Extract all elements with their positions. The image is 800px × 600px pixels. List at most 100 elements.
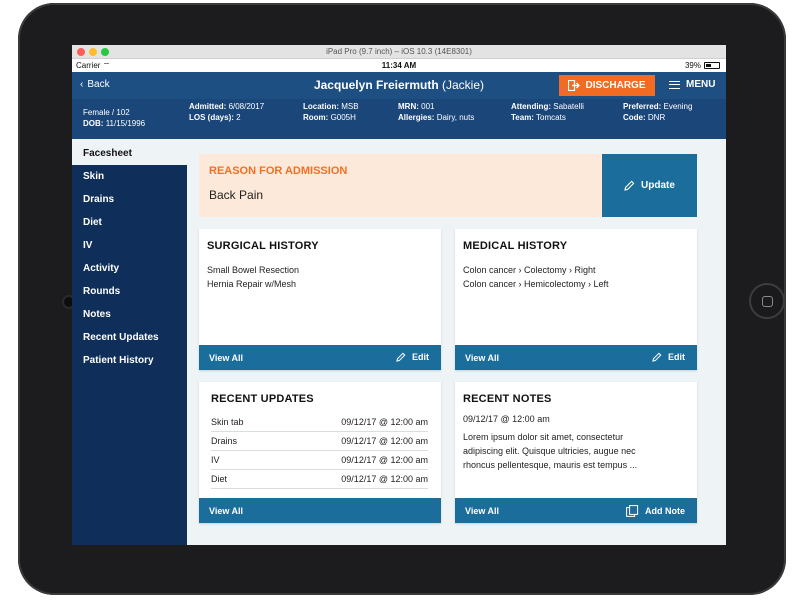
home-button[interactable] [749,283,785,319]
attending-label: Attending: [511,102,551,111]
los-line: LOS (days): 2 [189,112,264,123]
info-col-demographics: Female / 102 DOB: 11/15/1996 [83,107,145,129]
recent-updates-card: RECENT UPDATES Skin tab 09/12/17 @ 12:00… [199,382,441,523]
discharge-button[interactable]: DISCHARGE [559,75,655,96]
battery-fill [706,64,711,67]
updates-view-all-link[interactable]: View All [209,506,243,516]
location-label: Location: [303,102,339,111]
edit-label: Edit [412,352,429,362]
add-note-button[interactable]: Add Note [626,505,685,517]
simulator-title: iPad Pro (9.7 inch) – iOS 10.3 (14E8301) [326,47,472,56]
list-item: Hernia Repair w/Mesh [207,279,297,289]
update-time: 09/12/17 @ 12:00 am [341,417,428,427]
note-date: 09/12/17 @ 12:00 am [463,414,550,424]
medical-history-list: Colon cancer › Colectomy › Right Colon c… [463,263,609,291]
attending-value: Sabatelli [553,102,584,111]
recent-note: 09/12/17 @ 12:00 am Lorem ipsum dolor si… [463,412,637,472]
allergies-value: Dairy, nuts [436,113,475,122]
preferred-label: Preferred: [623,102,662,111]
surgical-history-list: Small Bowel Resection Hernia Repair w/Me… [207,263,299,291]
recent-updates-footer: View All [199,498,441,523]
sidebar-item-rounds[interactable]: Rounds [72,280,187,303]
gender-room: Female / 102 [83,108,130,117]
edit-label: Edit [668,352,685,362]
reason-value: Back Pain [209,188,264,202]
menu-button[interactable]: MENU [669,79,715,90]
allergies-line: Allergies: Dairy, nuts [398,112,474,123]
exit-icon [568,80,581,91]
sidebar-item-diet[interactable]: Diet [72,211,187,234]
window-controls [77,48,109,56]
recent-notes-title: RECENT NOTES [463,393,552,405]
note-line: adipiscing elit. Quisque ultricies, augu… [463,446,636,456]
surgical-history-card: SURGICAL HISTORY Small Bowel Resection H… [199,229,441,370]
location-value: MSB [341,102,359,111]
clock: 11:34 AM [381,61,417,70]
mrn-label: MRN: [398,102,419,111]
menu-label: MENU [686,79,716,90]
surgical-view-all-link[interactable]: View All [209,353,243,363]
add-note-label: Add Note [645,506,685,516]
info-col-mrn: MRN: 001 Allergies: Dairy, nuts [398,101,474,123]
sidebar-item-drains[interactable]: Drains [72,188,187,211]
attending-line: Attending: Sabatelli [511,101,584,112]
team-line: Team: Tomcats [511,112,584,123]
pencil-icon [652,352,662,362]
sidebar-item-iv[interactable]: IV [72,234,187,257]
hamburger-icon [669,80,680,89]
home-square-icon [762,296,773,307]
minimize-dot[interactable] [89,48,97,56]
code-label: Code: [623,113,646,122]
close-dot[interactable] [77,48,85,56]
recent-updates-title: RECENT UPDATES [211,393,314,405]
medical-history-footer: View All Edit [455,345,697,370]
app-screen: iPad Pro (9.7 inch) – iOS 10.3 (14E8301)… [72,45,726,545]
notes-view-all-link[interactable]: View All [465,506,499,516]
patient-info-bar: Female / 102 DOB: 11/15/1996 Admitted: 6… [72,99,726,139]
sidebar-item-recent-updates[interactable]: Recent Updates [72,326,187,349]
admitted-value: 6/08/2017 [228,102,265,111]
recent-notes-card: RECENT NOTES 09/12/17 @ 12:00 am Lorem i… [455,382,697,523]
table-row[interactable]: Drains 09/12/17 @ 12:00 am [211,432,428,451]
sidebar-item-facesheet[interactable]: Facesheet [72,142,187,165]
update-button[interactable]: Update [602,154,697,217]
room-label: Room: [303,113,329,122]
dob-line: DOB: 11/15/1996 [83,118,145,129]
room-line: Room: G005H [303,112,359,123]
medical-edit-button[interactable]: Edit [652,352,685,362]
pencil-icon [396,352,406,362]
battery-icon [704,62,720,69]
update-name: Skin tab [211,417,244,427]
preferred-value: Evening [663,102,693,111]
main-content: REASON FOR ADMISSION Back Pain Update SU… [187,142,726,545]
reason-title: REASON FOR ADMISSION [209,165,348,177]
sidebar-item-activity[interactable]: Activity [72,257,187,280]
dob-label: DOB: [83,119,104,128]
zoom-dot[interactable] [101,48,109,56]
sidebar-item-notes[interactable]: Notes [72,303,187,326]
admitted-line: Admitted: 6/08/2017 [189,101,264,112]
recent-notes-footer: View All Add Note [455,498,697,523]
los-label: LOS (days): [189,113,234,122]
table-row[interactable]: IV 09/12/17 @ 12:00 am [211,451,428,470]
note-line: rhoncus pellentesque, mauris est tempus … [463,460,638,470]
sidebar-item-skin[interactable]: Skin [72,165,187,188]
preferred-line: Preferred: Evening [623,101,692,112]
sidebar-item-patient-history[interactable]: Patient History [72,349,187,372]
medical-history-title: MEDICAL HISTORY [463,240,568,252]
reason-for-admission-panel: REASON FOR ADMISSION Back Pain Update [199,154,697,217]
surgical-edit-button[interactable]: Edit [396,352,429,362]
patient-name: Jacquelyn Freiermuth [313,78,439,92]
medical-view-all-link[interactable]: View All [465,353,499,363]
table-row[interactable]: Skin tab 09/12/17 @ 12:00 am [211,413,428,432]
surgical-history-title: SURGICAL HISTORY [207,240,319,252]
battery-percent: 39% [684,61,701,70]
room-value: G005H [330,113,356,122]
info-col-preferences: Preferred: Evening Code: DNR [623,101,692,123]
info-col-admission: Admitted: 6/08/2017 LOS (days): 2 [189,101,264,123]
patient-nickname: (Jackie) [442,78,485,92]
table-row[interactable]: Diet 09/12/17 @ 12:00 am [211,470,428,489]
list-item: Colon cancer › Hemicolectomy › Left [463,279,609,289]
list-item: Small Bowel Resection [207,265,300,275]
top-nav: ‹ Back Jacquelyn Freiermuth (Jackie) DIS… [72,72,726,99]
